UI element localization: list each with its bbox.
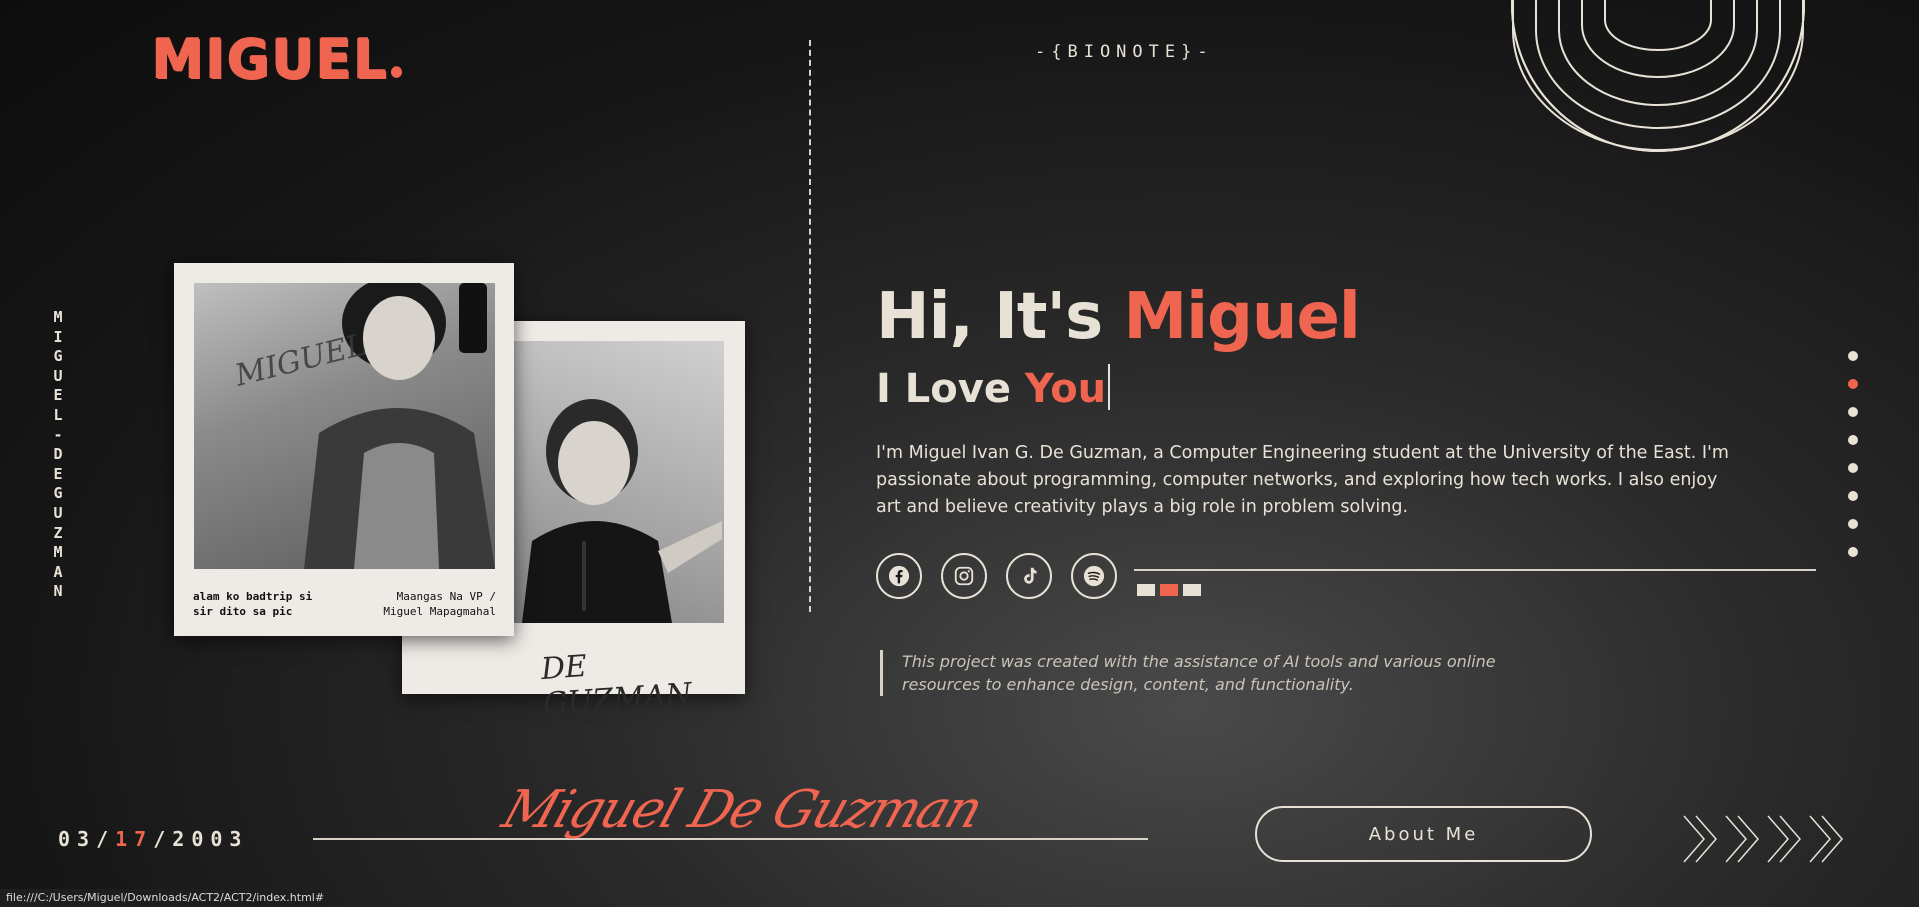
date-year: 2003 bbox=[172, 827, 249, 851]
section-tag: -{BIONOTE}- bbox=[1035, 42, 1214, 62]
about-me-button[interactable]: About Me bbox=[1255, 806, 1592, 862]
instagram-icon bbox=[954, 566, 974, 586]
signature-deguzman: DE GUZMAN bbox=[539, 648, 694, 722]
social-divider-line bbox=[1134, 569, 1816, 571]
indicator-square bbox=[1183, 584, 1201, 596]
vertical-divider bbox=[809, 40, 811, 612]
nav-dot[interactable] bbox=[1848, 491, 1858, 501]
instagram-link[interactable] bbox=[941, 553, 987, 599]
side-nav-dots bbox=[1848, 351, 1858, 557]
spotify-icon bbox=[1083, 565, 1105, 587]
typed-text: I Love bbox=[876, 366, 1025, 412]
browser-status-url: file:///C:/Users/Miguel/Downloads/ACT2/A… bbox=[0, 889, 331, 907]
vertical-name: MIGUEL-DEGUZMAN bbox=[53, 308, 63, 601]
nav-dot[interactable] bbox=[1848, 463, 1858, 473]
nav-dot[interactable] bbox=[1848, 519, 1858, 529]
ai-disclaimer-note: This project was created with the assist… bbox=[880, 650, 1502, 696]
indicator-square bbox=[1137, 584, 1155, 596]
typing-caret bbox=[1108, 364, 1111, 410]
nav-dot-active[interactable] bbox=[1848, 379, 1858, 389]
signature-script: Miguel De Guzman bbox=[495, 780, 989, 840]
nav-dot[interactable] bbox=[1848, 351, 1858, 361]
person-figure-1 bbox=[304, 283, 495, 569]
tiktok-link[interactable] bbox=[1006, 553, 1052, 599]
chevrons-right-icon[interactable] bbox=[1682, 814, 1848, 864]
site-logo[interactable]: MIGUEL bbox=[152, 29, 402, 92]
spotify-link[interactable] bbox=[1071, 553, 1117, 599]
indicator-squares bbox=[1137, 584, 1201, 596]
logo-text: MIGUEL bbox=[152, 28, 389, 92]
nav-dot[interactable] bbox=[1848, 435, 1858, 445]
social-links bbox=[876, 553, 1117, 599]
photo-portrait-1: MIGUEL bbox=[194, 283, 495, 569]
hero-typed-line: I Love You bbox=[876, 364, 1111, 412]
birth-date: 03/17/2003 bbox=[58, 827, 248, 851]
polaroid-photo-1: MIGUEL alam ko badtrip si sir dito sa pi… bbox=[174, 263, 514, 636]
logo-dot bbox=[390, 66, 402, 78]
facebook-link[interactable] bbox=[876, 553, 922, 599]
tiktok-icon bbox=[1024, 567, 1037, 584]
date-separator: / bbox=[153, 827, 173, 851]
caption-left: alam ko badtrip si sir dito sa pic bbox=[193, 590, 313, 618]
nav-dot[interactable] bbox=[1848, 407, 1858, 417]
bio-paragraph: I'm Miguel Ivan G. De Guzman, a Computer… bbox=[876, 443, 1729, 517]
arches-decoration bbox=[1511, 0, 1805, 152]
greeting-text: Hi, It's bbox=[876, 280, 1124, 354]
date-separator: / bbox=[96, 827, 116, 851]
date-month: 03 bbox=[58, 827, 97, 851]
indicator-square-active bbox=[1160, 584, 1178, 596]
date-day: 17 bbox=[115, 827, 154, 851]
hero-greeting: Hi, It's Miguel bbox=[876, 280, 1361, 354]
facebook-icon bbox=[888, 565, 910, 587]
greeting-name: Miguel bbox=[1123, 280, 1360, 354]
nav-dot[interactable] bbox=[1848, 547, 1858, 557]
typed-accent: You bbox=[1024, 366, 1107, 412]
caption-right: Maangas Na VP / Miguel Mapagmahal bbox=[383, 590, 496, 618]
